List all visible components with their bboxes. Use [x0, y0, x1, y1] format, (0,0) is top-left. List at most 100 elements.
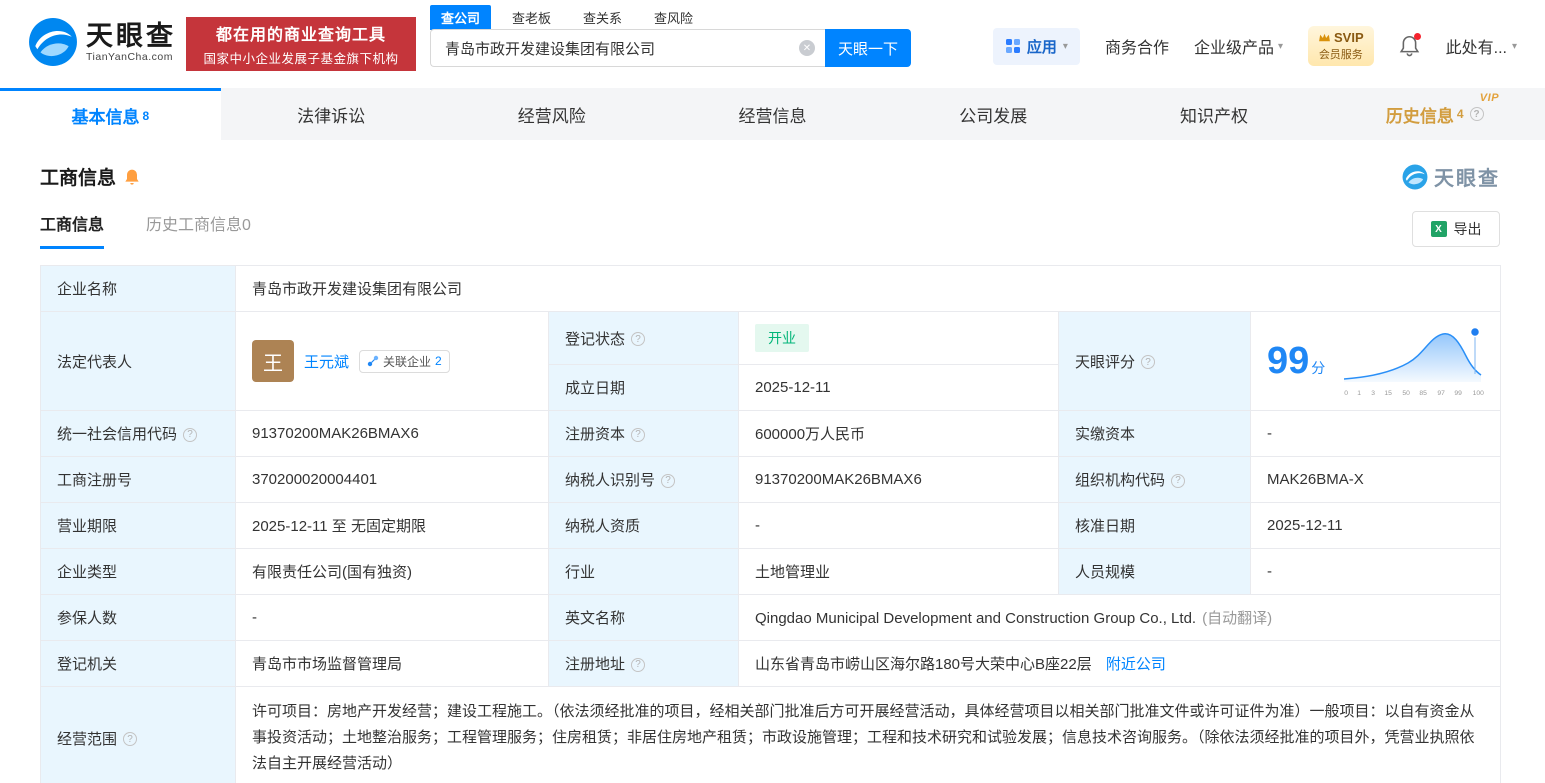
search-bar: ✕ 天眼一下 — [430, 29, 911, 67]
label-score: 天眼评分? — [1058, 311, 1251, 411]
value-org-code: MAK26BMA-X — [1249, 456, 1502, 503]
business-coop-label: 商务合作 — [1104, 40, 1169, 57]
svip-label: SVIP — [1334, 30, 1364, 45]
enterprise-products-link[interactable]: 企业级产品 ▾ — [1194, 34, 1283, 58]
table-row: 登记机关 青岛市市场监督管理局 注册地址? 山东省青岛市崂山区海尔路180号大荣… — [40, 640, 1502, 687]
promo-banner-line1: 都在用的商业查询工具 — [215, 27, 386, 44]
label-reg-address: 注册地址? — [548, 640, 739, 687]
label-approval-date: 核准日期 — [1058, 502, 1251, 549]
label-paid-capital: 实缴资本 — [1058, 410, 1251, 457]
score-number: 99 分 — [1267, 339, 1326, 382]
user-menu[interactable]: 此处有... ▾ — [1446, 34, 1517, 58]
svip-member-button[interactable]: SVIP 会员服务 — [1308, 26, 1374, 66]
subtab-business-info[interactable]: 工商信息 — [40, 211, 105, 249]
tianyancha-watermark: 天眼查 — [1402, 162, 1500, 191]
related-companies-count: 2 — [435, 354, 442, 368]
promo-banner[interactable]: 都在用的商业查询工具 国家中小企业发展子基金旗下机构 — [186, 17, 416, 71]
tab-company-development-label: 公司发展 — [959, 106, 1028, 126]
export-label: 导出 — [1453, 221, 1482, 237]
search-input[interactable] — [430, 29, 825, 67]
value-industry: 土地管理业 — [738, 548, 1059, 595]
related-companies-icon — [367, 355, 379, 367]
help-icon[interactable]: ? — [631, 657, 646, 672]
search-tabs: 查公司 查老板 查关系 查风险 — [430, 5, 704, 30]
label-company-type: 企业类型 — [40, 548, 236, 595]
tab-basic-info[interactable]: 基本信息 8 — [0, 88, 221, 140]
help-icon[interactable]: ? — [123, 732, 138, 747]
notification-bell-button[interactable] — [1399, 33, 1421, 58]
excel-icon: X — [1430, 221, 1447, 237]
value-taxpayer-id: 91370200MAK26BMAX6 — [738, 456, 1059, 503]
value-reg-number: 370200020004401 — [235, 456, 549, 503]
value-business-scope: 许可项目：房地产开发经营；建设工程施工。（依法须经批准的项目，经相关部门批准后方… — [234, 686, 1502, 783]
help-icon[interactable]: ? — [631, 332, 646, 347]
search-tab-risk[interactable]: 查风险 — [643, 5, 704, 30]
tab-company-development[interactable]: 公司发展 — [883, 88, 1104, 140]
tianyancha-watermark-icon — [1402, 164, 1428, 189]
table-row: 企业名称 青岛市政开发建设集团有限公司 — [40, 265, 1502, 312]
table-row: 经营范围? 许可项目：房地产开发经营；建设工程施工。（依法须经批准的项目，经相关… — [40, 686, 1502, 783]
help-icon[interactable]: ? — [661, 473, 676, 488]
apps-menu-button[interactable]: 应用 ▾ — [992, 27, 1080, 65]
related-companies-badge[interactable]: 关联企业 2 — [359, 349, 450, 373]
label-legal-rep: 法定代表人 — [40, 311, 236, 411]
tab-operating-risk[interactable]: 经营风险 — [441, 88, 662, 140]
tianyancha-logo[interactable]: 天眼查 TianYanCha.com — [28, 17, 176, 67]
search-tab-company[interactable]: 查公司 — [430, 5, 492, 30]
search-tab-relation[interactable]: 查关系 — [572, 5, 633, 30]
tab-history-info[interactable]: VIP 历史信息 4 ? — [1324, 88, 1545, 140]
logo-en: TianYanCha.com — [86, 51, 173, 63]
username-label: 此处有... — [1445, 40, 1507, 57]
value-paid-capital: - — [1249, 410, 1502, 457]
tab-operating-info[interactable]: 经营信息 — [662, 88, 883, 140]
status-badge: 开业 — [755, 324, 809, 352]
value-approval-date: 2025-12-11 — [1249, 502, 1502, 549]
value-reg-capital: 600000万人民币 — [738, 410, 1059, 457]
search-tab-boss[interactable]: 查老板 — [501, 5, 562, 30]
tab-intellectual-property[interactable]: 知识产权 — [1104, 88, 1325, 140]
value-company-name: 青岛市政开发建设集团有限公司 — [234, 265, 1502, 312]
subscribe-bell-icon[interactable] — [124, 168, 140, 186]
label-reg-authority: 登记机关 — [40, 640, 236, 687]
export-button[interactable]: X 导出 — [1412, 211, 1500, 247]
label-insured-count: 参保人数 — [40, 594, 236, 641]
apps-grid-icon — [1005, 39, 1020, 53]
business-coop-link[interactable]: 商务合作 — [1105, 34, 1169, 58]
value-staff-size: - — [1249, 548, 1502, 595]
nearby-companies-link[interactable]: 附近公司 — [1106, 656, 1166, 673]
enterprise-products-label: 企业级产品 — [1193, 40, 1274, 57]
table-row: 参保人数 - 英文名称 Qingdao Municipal Developmen… — [40, 594, 1502, 641]
value-company-type: 有限责任公司(国有独资) — [235, 548, 549, 595]
value-reg-authority: 青岛市市场监督管理局 — [235, 640, 549, 687]
apps-label: 应用 — [1026, 38, 1057, 56]
business-info-table: 企业名称 青岛市政开发建设集团有限公司 法定代表人 王 王元斌 关联企业 2 登… — [40, 265, 1502, 783]
label-industry: 行业 — [548, 548, 739, 595]
value-reg-address: 山东省青岛市崂山区海尔路180号大荣中心B座22层 附近公司 — [737, 640, 1502, 687]
help-icon[interactable]: ? — [631, 427, 646, 442]
legal-rep-link[interactable]: 王元斌 — [304, 351, 349, 372]
label-credit-code: 统一社会信用代码? — [40, 410, 236, 457]
help-icon[interactable]: ? — [1171, 473, 1186, 488]
help-icon[interactable]: ? — [1469, 107, 1484, 121]
help-icon[interactable]: ? — [183, 427, 198, 442]
label-reg-status: 登记状态? — [548, 311, 739, 365]
english-name-text: Qingdao Municipal Development and Constr… — [755, 610, 1197, 627]
table-row: 统一社会信用代码? 91370200MAK26BMAX6 注册资本? 60000… — [40, 410, 1502, 457]
subtab-business-info-label: 工商信息 — [40, 217, 105, 234]
value-score: 99 分 0 1 3 15 50 85 97 99 100 — [1249, 311, 1502, 411]
tab-operating-risk-label: 经营风险 — [517, 106, 586, 126]
search-button[interactable]: 天眼一下 — [825, 29, 911, 67]
legal-rep-avatar[interactable]: 王 — [252, 340, 294, 382]
tab-legal-proceedings[interactable]: 法律诉讼 — [221, 88, 442, 140]
clear-search-icon[interactable]: ✕ — [799, 40, 815, 56]
label-establish-date: 成立日期 — [548, 364, 739, 411]
subtab-history-business-info[interactable]: 历史工商信息0 — [146, 211, 251, 249]
related-companies-label: 关联企业 — [383, 354, 432, 369]
tab-legal-proceedings-label: 法律诉讼 — [297, 106, 366, 126]
watermark-label: 天眼查 — [1434, 168, 1500, 190]
main-content: 工商信息 天眼查 工商信息 历史工商信息0 X 导出 企业名称 青岛市政开发建设… — [0, 140, 1545, 783]
notification-dot — [1413, 33, 1421, 40]
tab-operating-info-label: 经营信息 — [738, 106, 807, 126]
value-legal-rep: 王 王元斌 关联企业 2 — [235, 311, 549, 411]
help-icon[interactable]: ? — [1141, 355, 1156, 370]
